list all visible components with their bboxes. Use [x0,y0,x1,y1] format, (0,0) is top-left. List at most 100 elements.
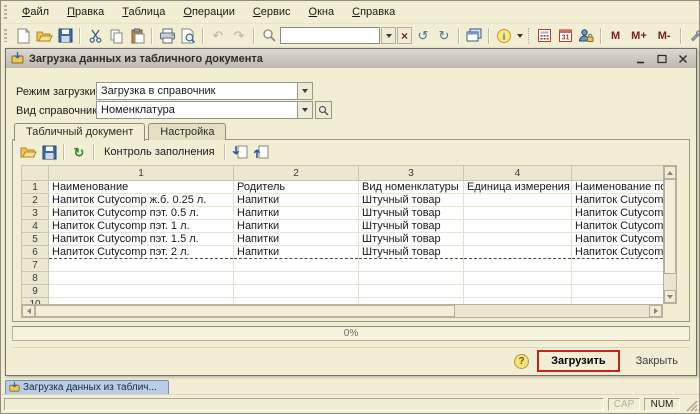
grid-cell[interactable] [463,284,572,298]
search-icon[interactable] [259,26,279,46]
grid-cell[interactable]: Напиток Cutycomp пэт. 1.5 л. [48,232,234,246]
catalog-lookup-button[interactable] [315,101,332,119]
grid-cell[interactable] [358,284,464,298]
grid-cell[interactable] [571,271,663,285]
grid-cell[interactable]: Вид номенклатуры [358,180,464,194]
grid-cell[interactable]: Напитки [233,219,359,233]
toolbar-gripper[interactable] [4,5,7,19]
grid-cell[interactable]: Напитки [233,245,359,259]
grid-cell[interactable]: Напиток Cutycomp [571,206,663,220]
resize-grip[interactable] [685,399,698,412]
find-next-icon[interactable]: ↻ [434,26,454,46]
print-icon[interactable] [157,26,177,46]
vertical-scrollbar[interactable] [663,165,677,304]
grid-cell[interactable]: Наименование [48,180,234,194]
menu-table[interactable]: Таблица [113,3,174,21]
undo-icon[interactable]: ↶ [208,26,228,46]
grid-cell[interactable] [463,232,572,246]
cut-icon[interactable] [85,26,105,46]
grid-row-number[interactable]: 6 [21,245,49,259]
grid-cell[interactable]: Наименование пол [571,180,663,194]
grid-cell[interactable]: Напиток Cutycomp ж.б. 0.25 л. [48,193,234,207]
grid-cell[interactable]: Напиток Cutycomp [571,232,663,246]
catalog-kind-dropdown-button[interactable] [297,102,312,118]
find-previous-icon[interactable]: ↺ [413,26,433,46]
grid-column-header[interactable] [571,165,663,181]
fill-control-button[interactable]: Контроль заполнения [99,144,220,160]
open-icon[interactable] [34,26,54,46]
menu-service[interactable]: Сервис [244,3,300,21]
load-button[interactable]: Загрузить [537,350,620,372]
grid-row-number[interactable]: 9 [21,284,49,298]
redo-icon[interactable]: ↷ [229,26,249,46]
new-document-icon[interactable] [13,26,33,46]
grid-cell[interactable]: Напитки [233,232,359,246]
menu-windows[interactable]: Окна [300,3,344,21]
export-rows-icon[interactable] [251,142,271,162]
grid-column-header[interactable]: 3 [358,165,464,181]
horizontal-scrollbar[interactable] [21,304,663,318]
maximize-button[interactable] [654,52,670,66]
grid-cell[interactable]: Единица измерения [463,180,572,194]
grid-cell[interactable] [463,193,572,207]
grid-cell[interactable] [463,206,572,220]
scroll-down-button[interactable] [664,290,676,303]
grid-cell[interactable] [48,258,234,272]
scroll-left-button[interactable] [22,305,35,317]
memory-subtract-button[interactable]: M- [653,30,676,42]
memory-add-button[interactable]: M+ [626,30,652,42]
grid-cell[interactable]: Штучный товар [358,206,464,220]
grid-cell[interactable]: Штучный товар [358,245,464,259]
grid-cell[interactable] [463,271,572,285]
toolbar-gripper[interactable] [4,29,7,42]
grid-cell[interactable] [463,245,572,259]
grid-cell[interactable]: Штучный товар [358,232,464,246]
dialog-titlebar[interactable]: Загрузка данных из табличного документа [6,49,696,68]
menu-edit[interactable]: Правка [58,3,113,21]
grid-cell[interactable]: Напитки [233,206,359,220]
grid-column-header[interactable]: 2 [233,165,359,181]
grid-cell[interactable] [48,284,234,298]
grid-cell[interactable]: Напитки [233,193,359,207]
calendar-icon[interactable]: 31 [555,26,575,46]
scroll-right-button[interactable] [649,305,662,317]
catalog-kind-select[interactable]: Номенклатура [96,101,313,119]
grid-cell[interactable] [233,284,359,298]
horizontal-scroll-thumb[interactable] [35,305,455,317]
load-mode-select[interactable]: Загрузка в справочник [96,82,313,100]
grid-row-number[interactable]: 2 [21,193,49,207]
copy-icon[interactable] [106,26,126,46]
grid-row-number[interactable]: 4 [21,219,49,233]
save-icon[interactable] [55,26,75,46]
grid-row-number[interactable]: 7 [21,258,49,272]
grid-cell[interactable] [463,219,572,233]
vertical-scroll-thumb[interactable] [664,179,676,274]
search-clear-button[interactable]: × [397,27,412,44]
info-dropdown-button[interactable] [515,27,524,44]
grid-corner-cell[interactable] [21,165,49,181]
search-dropdown-button[interactable] [381,27,396,44]
grid-cell[interactable]: Штучный товар [358,193,464,207]
print-preview-icon[interactable] [178,26,198,46]
grid-cell[interactable] [571,284,663,298]
grid-cell[interactable]: Напиток Cutycomp пэт. 0.5 л. [48,206,234,220]
grid-cell[interactable] [48,271,234,285]
load-mode-dropdown-button[interactable] [297,83,312,99]
tab-settings[interactable]: Настройка [148,123,227,140]
grid-cell[interactable] [358,271,464,285]
grid-row-number[interactable]: 3 [21,206,49,220]
grid-row-number[interactable]: 5 [21,232,49,246]
info-icon[interactable]: i [494,26,514,46]
close-dialog-button[interactable]: Закрыть [628,352,686,370]
grid-row-number[interactable]: 8 [21,271,49,285]
grid-cell[interactable]: Штучный товар [358,219,464,233]
scroll-up-button[interactable] [664,166,676,179]
grid-cell[interactable]: Напиток Cutycomp [571,219,663,233]
tab-spreadsheet-document[interactable]: Табличный документ [14,123,146,141]
service-settings-icon[interactable] [686,26,699,46]
grid-cell[interactable]: Напиток Cutycomp пэт. 2 л. [48,245,234,259]
help-icon[interactable]: ? [514,353,530,369]
grid-cell[interactable] [358,258,464,272]
menu-help[interactable]: Справка [343,3,404,21]
refresh-icon[interactable]: ↻ [69,142,89,162]
